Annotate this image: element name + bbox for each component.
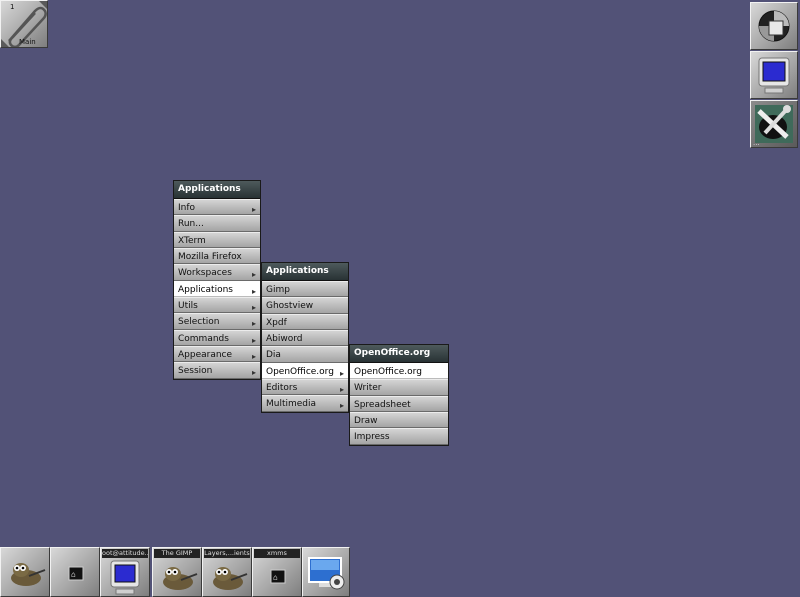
applications-submenu: Applications Gimp Ghostview Xpdf Abiword Dia O… — [261, 262, 349, 413]
menu-item-label: Impress — [354, 432, 390, 443]
menu-item-label: OpenOffice.org — [354, 367, 422, 377]
menu-item-draw[interactable]: Draw — [350, 412, 448, 429]
workspace-clip[interactable]: 1 Main — [0, 0, 48, 48]
menu-item-label: Commands — [178, 333, 229, 344]
task-gimp-main[interactable]: The GIMP — [152, 547, 202, 597]
menu-item-multimedia[interactable]: Multimedia ▸ — [262, 395, 348, 412]
menu-item-label: XTerm — [178, 235, 206, 246]
menu-item-label: Abiword — [266, 334, 303, 345]
dock-clock-app[interactable] — [750, 2, 798, 50]
menu-item-spreadsheet[interactable]: Spreadsheet — [350, 395, 448, 413]
menu-item-label: Applications — [178, 284, 233, 295]
menu-item-ghostview[interactable]: Ghostview — [262, 297, 348, 314]
menu-item-openoffice-org[interactable]: OpenOffice.org — [350, 363, 448, 380]
dock-dots: ... — [753, 139, 760, 147]
menu-item-label: Writer — [354, 383, 382, 394]
task-xmms[interactable]: xmms ⌂ — [252, 547, 302, 597]
root-menu: Applications Info ▸ Run... XTerm Mozilla Fire… — [173, 180, 261, 380]
menu-item-label: Ghostview — [266, 301, 314, 312]
task-gimp-1[interactable] — [0, 547, 50, 597]
task-xterm-root[interactable]: oot@attitude... — [100, 547, 150, 597]
menu-item-label: Info — [178, 203, 196, 213]
menu-title: Applications — [262, 263, 348, 281]
workspace-name: Main — [19, 38, 36, 46]
menu-item-session[interactable]: Session ▸ — [174, 362, 260, 379]
svg-text:⌂: ⌂ — [71, 570, 76, 579]
monitor-icon — [110, 560, 140, 595]
menu-item-label: Workspaces — [178, 268, 232, 279]
menu-item-label: Dia — [266, 350, 281, 361]
menu-item-utils[interactable]: Utils ▸ — [174, 297, 260, 314]
menu-item-applications[interactable]: Applications ▸ — [174, 280, 260, 298]
menu-item-label: Appearance — [178, 350, 233, 361]
menu-item-gimp[interactable]: Gimp — [262, 281, 348, 298]
terminal-icon: ⌂ — [68, 566, 84, 581]
menu-item-xpdf[interactable]: Xpdf — [262, 313, 348, 331]
dock-preferences-app[interactable]: ... — [750, 100, 798, 148]
menu-item-label: Mozilla Firefox — [178, 252, 242, 263]
menu-item-label: OpenOffice.org — [266, 366, 334, 377]
menu-item-run[interactable]: Run... — [174, 215, 260, 232]
dock-monitor-app[interactable] — [750, 51, 798, 99]
clock-icon — [758, 10, 790, 42]
menu-item-label: Run... — [178, 219, 204, 230]
menu-item-writer[interactable]: Writer — [350, 379, 448, 396]
submenu-arrow-icon: ▸ — [339, 401, 344, 411]
task-display-settings[interactable] — [302, 547, 350, 597]
menu-item-workspaces[interactable]: Workspaces ▸ — [174, 264, 260, 281]
menu-item-label: Session — [178, 366, 213, 377]
menu-item-label: Draw — [354, 416, 378, 427]
menu-item-commands[interactable]: Commands ▸ — [174, 329, 260, 347]
menu-item-abiword[interactable]: Abiword — [262, 330, 348, 347]
menu-item-label: Spreadsheet — [354, 399, 411, 410]
gimp-wilber-icon — [163, 567, 198, 590]
menu-item-dia[interactable]: Dia — [262, 346, 348, 363]
menu-item-appearance[interactable]: Appearance ▸ — [174, 346, 260, 363]
display-settings-icon — [308, 557, 345, 590]
gimp-wilber-icon — [11, 563, 46, 586]
menu-title: OpenOffice.org — [350, 345, 448, 363]
menu-item-editors[interactable]: Editors ▸ — [262, 379, 348, 396]
submenu-arrow-icon: ▸ — [251, 368, 256, 378]
menu-item-xterm[interactable]: XTerm — [174, 231, 260, 249]
menu-item-impress[interactable]: Impress — [350, 428, 448, 445]
monitor-icon — [758, 57, 790, 94]
terminal-icon: ⌂ — [270, 569, 286, 584]
menu-item-label: Multimedia — [266, 399, 317, 410]
menu-title: Applications — [174, 181, 260, 199]
menu-item-label: Editors — [266, 383, 298, 394]
menu-item-label: Xpdf — [266, 317, 287, 328]
menu-item-label: Gimp — [266, 285, 290, 295]
menu-item-selection[interactable]: Selection ▸ — [174, 313, 260, 330]
menu-item-mozilla-firefox[interactable]: Mozilla Firefox — [174, 248, 260, 265]
gimp-wilber-icon — [213, 567, 248, 590]
menu-item-label: Utils — [178, 301, 198, 312]
openoffice-submenu: OpenOffice.org OpenOffice.org Writer Spread… — [349, 344, 449, 446]
menu-item-openoffice-org[interactable]: OpenOffice.org ▸ — [262, 362, 348, 380]
workspace-number: 1 — [10, 3, 15, 11]
menu-item-info[interactable]: Info ▸ — [174, 199, 260, 216]
svg-text:⌂: ⌂ — [273, 573, 278, 582]
task-terminal-1[interactable]: ⌂ — [50, 547, 100, 597]
task-gimp-layers[interactable]: Layers,...ients — [202, 547, 252, 597]
menu-item-label: Selection — [178, 317, 220, 328]
